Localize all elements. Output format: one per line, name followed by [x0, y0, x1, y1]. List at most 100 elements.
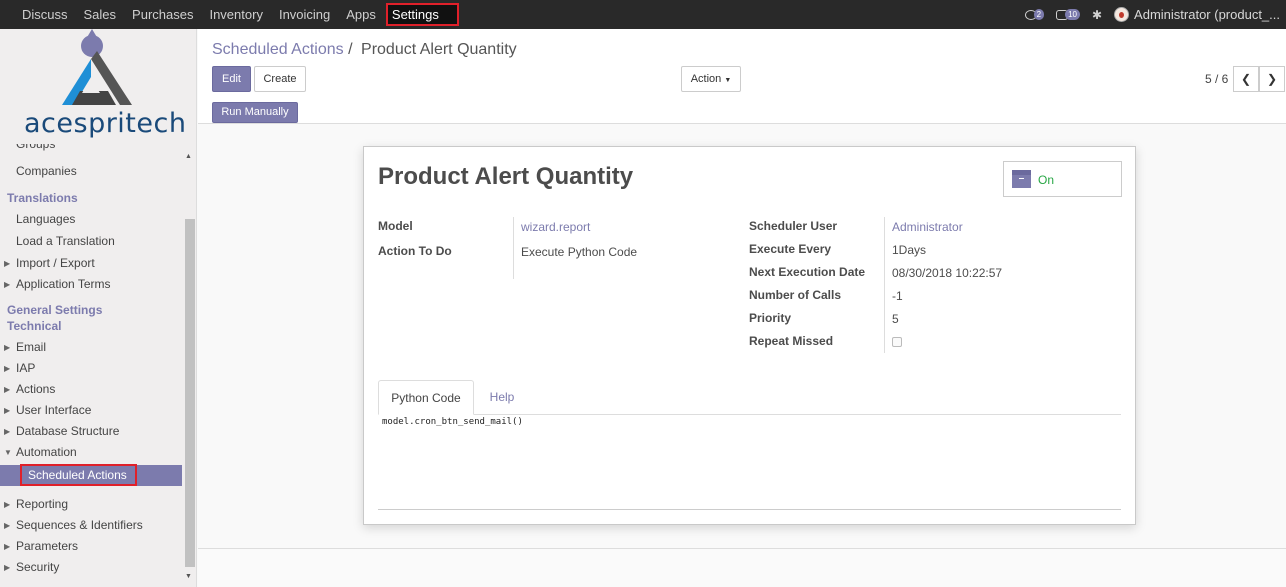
form-sheet: Product Alert Quantity On Model wizard.r… — [363, 146, 1136, 525]
archive-icon — [1012, 170, 1031, 188]
sidebar-scroll-thumb[interactable] — [185, 219, 195, 567]
menu-purchases[interactable]: Purchases — [124, 0, 201, 29]
repeat-missed-checkbox[interactable] — [892, 337, 902, 347]
chatter-area — [198, 548, 1286, 587]
sidebar-section-translations[interactable]: Translations — [0, 188, 182, 209]
sidebar-item-scheduled-actions[interactable]: Scheduled Actions — [0, 464, 182, 486]
sidebar-item-languages[interactable]: Languages — [0, 209, 182, 230]
company-logo: acespritech — [0, 29, 196, 144]
edit-button[interactable]: Edit — [212, 66, 251, 92]
breadcrumb-separator: / — [348, 41, 353, 58]
field-divider — [513, 217, 514, 279]
caret-right-icon: ▶ — [4, 406, 11, 415]
field-label-next-execution: Next Execution Date — [749, 265, 866, 279]
sidebar-item-companies[interactable]: Companies — [0, 161, 182, 182]
caret-right-icon: ▶ — [4, 427, 11, 436]
caret-right-icon: ▶ — [4, 500, 11, 509]
active-status-label: On — [1038, 173, 1055, 187]
menu-discuss[interactable]: Discuss — [14, 0, 76, 29]
pager-previous-button[interactable]: ❮ — [1233, 66, 1259, 92]
caret-right-icon: ▶ — [4, 364, 11, 373]
field-value-model[interactable]: wizard.report — [521, 220, 590, 234]
caret-down-icon: ▼ — [724, 77, 732, 84]
caret-right-icon: ▶ — [4, 542, 11, 551]
caret-right-icon: ▶ — [4, 343, 11, 352]
chevron-right-icon: ❯ — [1266, 72, 1278, 86]
sidebar-item-actions[interactable]: ▶ Actions — [0, 379, 182, 400]
caret-right-icon: ▶ — [4, 385, 11, 394]
field-value-scheduler-user[interactable]: Administrator — [892, 220, 963, 234]
chevron-left-icon: ❮ — [1240, 72, 1252, 86]
notebook-tabs: Python Code Help — [378, 380, 1121, 415]
field-value-action-to-do: Execute Python Code — [521, 245, 638, 259]
sidebar-item-database-structure[interactable]: ▶ Database Structure — [0, 421, 182, 442]
notebook-bottom-border — [378, 509, 1121, 510]
menu-apps[interactable]: Apps — [338, 0, 384, 29]
field-label-action-to-do: Action To Do — [378, 244, 452, 258]
user-avatar[interactable] — [1114, 7, 1130, 22]
run-manually-button[interactable]: Run Manually — [212, 102, 298, 123]
caret-right-icon: ▶ — [4, 259, 11, 268]
control-panel: Scheduled Actions / Product Alert Quanti… — [198, 29, 1286, 124]
menu-settings[interactable]: Settings — [385, 3, 459, 26]
breadcrumb-current: Product Alert Quantity — [361, 41, 517, 58]
caret-right-icon: ▶ — [4, 521, 11, 530]
debug-bug-icon[interactable]: ✱ — [1092, 8, 1102, 22]
caret-down-icon: ▼ — [4, 448, 12, 457]
pager-value: 5 / 6 — [1205, 72, 1229, 86]
field-divider — [884, 217, 885, 353]
breadcrumb: Scheduled Actions / Product Alert Quanti… — [212, 41, 517, 59]
caret-right-icon: ▶ — [4, 563, 11, 572]
systray: 2 10 ✱ Administrator (product_... — [1024, 0, 1286, 29]
sidebar-item-label: Scheduled Actions — [20, 464, 137, 486]
sidebar-item-automation[interactable]: ▼ Automation — [0, 442, 182, 463]
field-label-execute-every: Execute Every — [749, 242, 832, 256]
caret-right-icon: ▶ — [4, 280, 11, 289]
field-value-next-execution: 08/30/2018 10:22:57 — [892, 266, 1003, 280]
python-code-editor[interactable]: model.cron_btn_send_mail() — [382, 417, 523, 427]
chat-button[interactable]: 2 — [1024, 9, 1045, 20]
tab-python-code[interactable]: Python Code — [378, 380, 474, 415]
main-menu: Discuss Sales Purchases Inventory Invoic… — [14, 0, 459, 29]
top-navbar: Discuss Sales Purchases Inventory Invoic… — [0, 0, 1286, 29]
field-value-number-of-calls: -1 — [892, 289, 903, 303]
field-label-model: Model — [378, 219, 413, 233]
field-label-number-of-calls: Number of Calls — [749, 288, 842, 302]
menu-invoicing[interactable]: Invoicing — [271, 0, 338, 29]
chat-badge: 2 — [1033, 9, 1045, 20]
logo-text: acespritech — [24, 108, 187, 139]
menu-inventory[interactable]: Inventory — [201, 0, 270, 29]
record-title: Product Alert Quantity — [378, 163, 634, 190]
sidebar-item-parameters[interactable]: ▶ Parameters — [0, 536, 182, 557]
sidebar-item-iap[interactable]: ▶ IAP — [0, 358, 182, 379]
sidebar-item-reporting[interactable]: ▶ Reporting — [0, 494, 182, 515]
sidebar-item-user-interface[interactable]: ▶ User Interface — [0, 400, 182, 421]
scroll-up-icon[interactable]: ▲ — [185, 153, 192, 160]
breadcrumb-parent[interactable]: Scheduled Actions — [212, 41, 344, 58]
action-dropdown[interactable]: Action ▼ — [681, 66, 741, 92]
sidebar-item-security[interactable]: ▶ Security — [0, 557, 182, 578]
scroll-down-icon[interactable]: ▼ — [185, 573, 192, 580]
sidebar-item-email[interactable]: ▶ Email — [0, 337, 182, 358]
sidebar-item-sequences[interactable]: ▶ Sequences & Identifiers — [0, 515, 182, 536]
activity-button[interactable]: 10 — [1056, 9, 1080, 20]
sidebar-item-import-export[interactable]: ▶ Import / Export — [0, 253, 182, 274]
tab-help[interactable]: Help — [478, 380, 526, 415]
field-label-repeat-missed: Repeat Missed — [749, 334, 834, 348]
create-button[interactable]: Create — [254, 66, 306, 92]
sidebar: Groups Companies Translations Languages … — [0, 29, 197, 587]
active-toggle-button[interactable]: On — [1003, 161, 1122, 197]
menu-sales[interactable]: Sales — [76, 0, 125, 29]
field-value-priority: 5 — [892, 312, 899, 326]
activity-badge: 10 — [1065, 9, 1080, 20]
sidebar-section-technical[interactable]: Technical — [0, 316, 182, 337]
field-value-execute-every: 1Days — [892, 243, 927, 257]
sidebar-item-load-translation[interactable]: Load a Translation — [0, 231, 182, 252]
logo-graphic — [62, 29, 132, 105]
sidebar-item-application-terms[interactable]: ▶ Application Terms — [0, 274, 182, 295]
field-label-scheduler-user: Scheduler User — [749, 219, 838, 233]
action-dropdown-label: Action — [690, 73, 722, 85]
pager-next-button[interactable]: ❯ — [1259, 66, 1285, 92]
user-menu[interactable]: Administrator (product_... — [1134, 7, 1280, 22]
form-view: Product Alert Quantity On Model wizard.r… — [198, 124, 1286, 548]
